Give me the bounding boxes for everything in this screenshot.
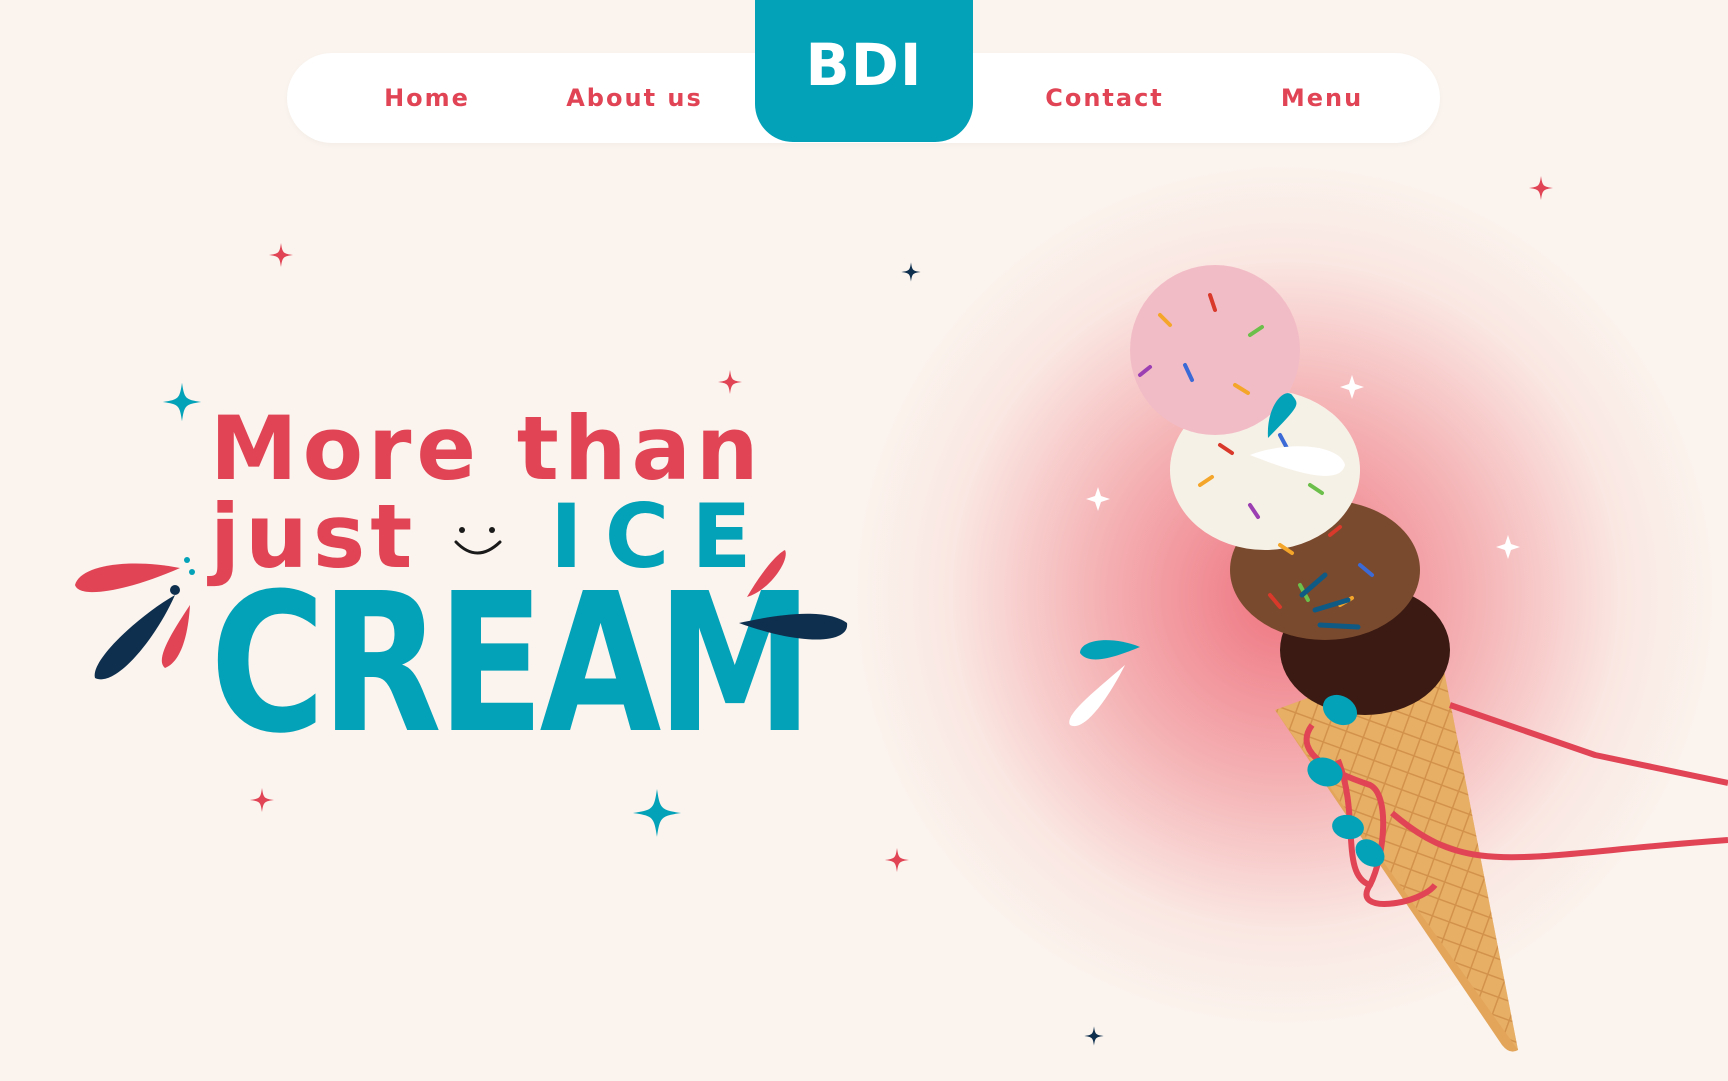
sparkle-icon [885, 848, 909, 872]
smiley-icon [454, 527, 502, 555]
sparkle-icon [901, 262, 921, 282]
sparkle-icon [162, 382, 202, 422]
sparkle-icon [633, 789, 681, 837]
splash-icon [739, 550, 848, 640]
ice-cream-cone-image [1069, 265, 1728, 1052]
sparkle-icon [250, 788, 274, 812]
splash-icon [75, 557, 195, 680]
sparkle-icon [1529, 176, 1553, 200]
headline-line1: More than [210, 397, 764, 500]
sparkle-icon [269, 243, 293, 267]
headline-cream: CREAM [210, 553, 813, 776]
sparkle-icon [718, 370, 742, 394]
